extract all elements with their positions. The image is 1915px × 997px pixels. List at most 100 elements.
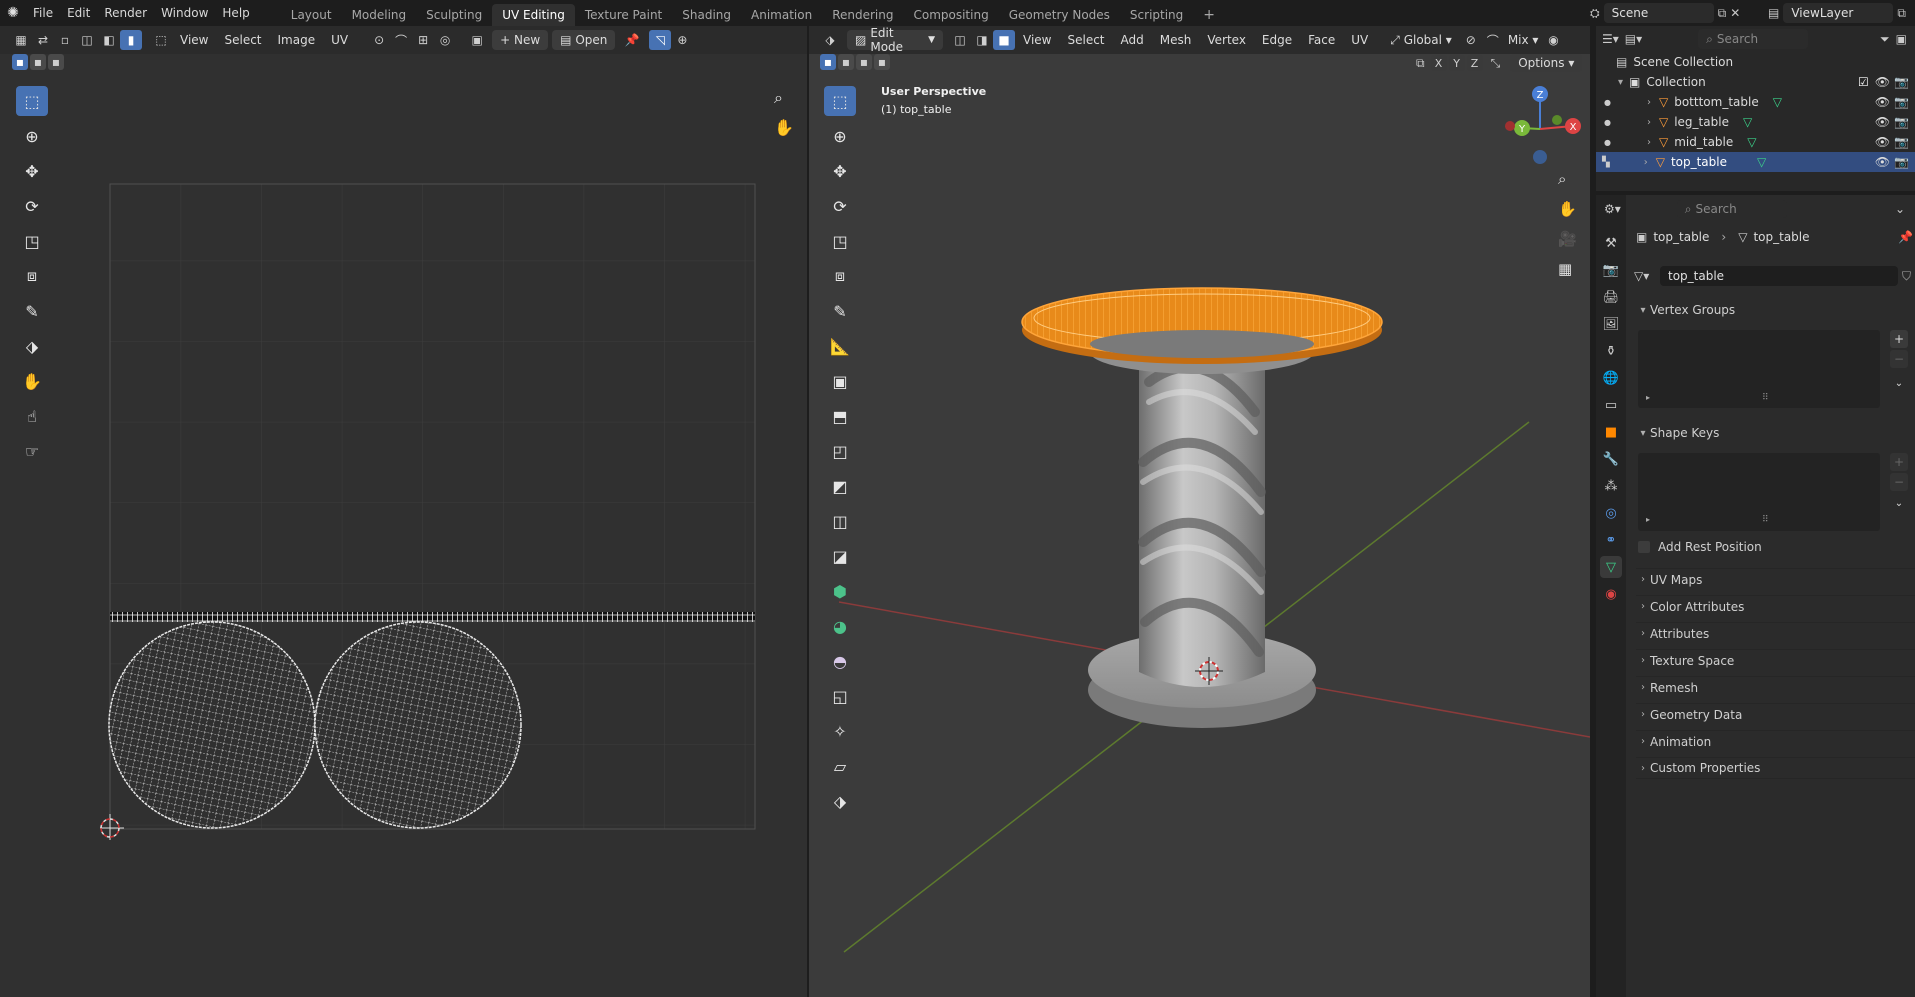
filter-icon[interactable]: ⏷ [1880,32,1890,47]
mesh-data-icon[interactable]: ▽ [1747,135,1756,149]
edge-select-icon[interactable]: ◫ [76,30,98,50]
data-name-field[interactable]: top_table [1660,266,1898,286]
constraints-tab-icon[interactable]: ⚭ [1600,529,1622,551]
material-tab-icon[interactable]: ◉ [1600,583,1622,605]
vp-perspective-icon[interactable]: ▦ [1558,260,1572,278]
snap-icon[interactable]: ⌒ [390,30,412,50]
collection-visibility-icon[interactable]: 👁 [1875,75,1890,89]
outliner-item[interactable]: ● › ▽ mid_table ▽ 👁 📷 [1596,132,1915,152]
spin-tool-icon[interactable]: ◕ [824,611,856,641]
inset-tool-icon[interactable]: ◰ [824,436,856,466]
rotate-tool-icon[interactable]: ⟳ [16,191,48,221]
vp-scale-tool-icon[interactable]: ◳ [824,226,856,256]
loop-cut-tool-icon[interactable]: ◫ [824,506,856,536]
fake-user-icon[interactable]: ⛉ [1902,269,1911,284]
tab-sculpting[interactable]: Sculpting [416,4,492,26]
outliner-item-selected[interactable]: ▚ › ▽ top_table ▽ 👁 📷 [1596,152,1915,172]
mirror-y-button[interactable]: Y [1448,55,1465,71]
annotate-tool-icon[interactable]: ✎ [16,296,48,326]
vp-pan-icon[interactable]: ✋ [1558,200,1577,218]
menu-render[interactable]: Render [97,0,154,26]
move-tool-icon[interactable]: ✥ [16,156,48,186]
mesh-data-icon[interactable]: ▽ [1757,155,1766,169]
tab-texture-paint[interactable]: Texture Paint [575,4,672,26]
pivot-icon[interactable]: ⊘ [1460,30,1482,50]
select-box-tool-icon[interactable]: ⬚ [16,86,48,116]
expand-icon[interactable]: › [1647,117,1651,128]
viewport-menu-face[interactable]: Face [1300,26,1343,54]
pin-icon[interactable]: 📌 [1898,230,1913,244]
viewport-menu-vertex[interactable]: Vertex [1199,26,1254,54]
scene-tab-icon[interactable]: ⚱ [1600,340,1622,362]
bevel-tool-icon[interactable]: ◩ [824,471,856,501]
uv-menu-uv[interactable]: UV [323,26,356,54]
shape-list-expand-icon[interactable]: ▸ [1646,515,1650,524]
section-attributes[interactable]: › Attributes [1636,622,1915,644]
menu-file[interactable]: File [26,0,60,26]
uv-menu-select[interactable]: Select [216,26,269,54]
add-cube-tool-icon[interactable]: ▣ [824,366,856,396]
view-layer-field[interactable]: ViewLayer [1783,3,1894,23]
relax-tool-icon[interactable]: ☝ [16,401,48,431]
render-icon[interactable]: 📷 [1894,115,1909,129]
vp-invert-selection-icon[interactable]: ▪ [874,54,890,70]
add-workspace-icon[interactable]: + [1193,4,1225,26]
new-selection-icon[interactable]: ▪ [12,54,28,70]
section-geometry-data[interactable]: › Geometry Data [1636,703,1915,725]
tab-uv-editing[interactable]: UV Editing [492,4,575,26]
outliner-search-input[interactable]: ⌕ Search [1698,29,1809,49]
expand-icon[interactable]: › [1644,157,1648,168]
section-animation[interactable]: › Animation [1636,730,1915,752]
edge-mode-icon[interactable]: ◨ [971,30,993,50]
shape-keys-list[interactable] [1638,453,1880,531]
vp-select-box-tool-icon[interactable]: ⬚ [824,86,856,116]
shear-tool-icon[interactable]: ▱ [824,751,856,781]
viewport-scene[interactable] [809,82,1590,990]
tab-scripting[interactable]: Scripting [1120,4,1193,26]
vp-subtract-selection-icon[interactable]: ▪ [856,54,872,70]
viewport-editor-type-icon[interactable]: ⬗ [819,30,841,50]
section-remesh[interactable]: › Remesh [1636,676,1915,698]
proportional-edit-icon[interactable]: ◎ [434,30,456,50]
transform-orientation-dropdown[interactable]: ⤢ Global ▾ [1382,26,1460,54]
properties-options-icon[interactable]: ⌄ [1895,202,1905,216]
list-expand-icon[interactable]: ▸ [1646,393,1650,402]
remove-vertex-group-button[interactable]: − [1890,350,1908,368]
island-select-icon[interactable]: ▮ [120,30,142,50]
section-uv-maps[interactable]: › UV Maps [1636,568,1915,590]
navigation-gizmo[interactable]: Z X Y [1495,84,1585,174]
section-custom-properties[interactable]: › Custom Properties [1636,757,1915,779]
visibility-icon[interactable]: 👁 [1875,95,1890,109]
proportional-falloff-dropdown[interactable]: Mix ▾ [1504,26,1543,54]
new-collection-icon[interactable]: ▣ [1896,32,1907,46]
vertex-groups-header[interactable]: ▾ Vertex Groups [1636,300,1915,320]
viewport-menu-add[interactable]: Add [1113,26,1152,54]
uv-menu-image[interactable]: Image [270,26,324,54]
tab-modeling[interactable]: Modeling [342,4,417,26]
mirror-icon[interactable]: ⧉ [1416,56,1425,71]
expand-icon[interactable]: › [1647,97,1651,108]
vp-camera-icon[interactable]: 🎥 [1558,230,1577,248]
options-dropdown[interactable]: Options ▾ [1510,54,1583,72]
face-select-icon[interactable]: ◧ [98,30,120,50]
vp-cursor-tool-icon[interactable]: ⊕ [824,121,856,151]
extrude-tool-icon[interactable]: ⬒ [824,401,856,431]
proportional-editing-icon[interactable]: ◉ [1542,30,1564,50]
viewport-menu-view[interactable]: View [1015,26,1059,54]
uv-zoom-icon[interactable]: ⌕ [774,88,783,108]
gizmo-toggle-icon[interactable]: ⊕ [671,30,693,50]
grab-tool-icon[interactable]: ✋ [16,366,48,396]
viewport-menu-mesh[interactable]: Mesh [1152,26,1200,54]
outliner-item[interactable]: ● › ▽ botttom_table ▽ 👁 📷 [1596,92,1915,112]
render-icon[interactable]: 📷 [1894,95,1909,109]
outliner-editor-icon[interactable]: ☰▾ [1602,32,1619,46]
render-icon[interactable]: 📷 [1894,155,1909,169]
modifier-tab-icon[interactable]: 🔧 [1600,448,1622,470]
top-table-mesh[interactable] [1021,287,1383,364]
mesh-data-icon[interactable]: ▽ [1773,95,1782,109]
shrink-fatten-tool-icon[interactable]: ✧ [824,716,856,746]
menu-help[interactable]: Help [215,0,256,26]
delete-scene-icon[interactable]: ✕ [1730,6,1740,20]
section-texture-space[interactable]: › Texture Space [1636,649,1915,671]
mirror-z-button[interactable]: Z [1466,55,1483,71]
